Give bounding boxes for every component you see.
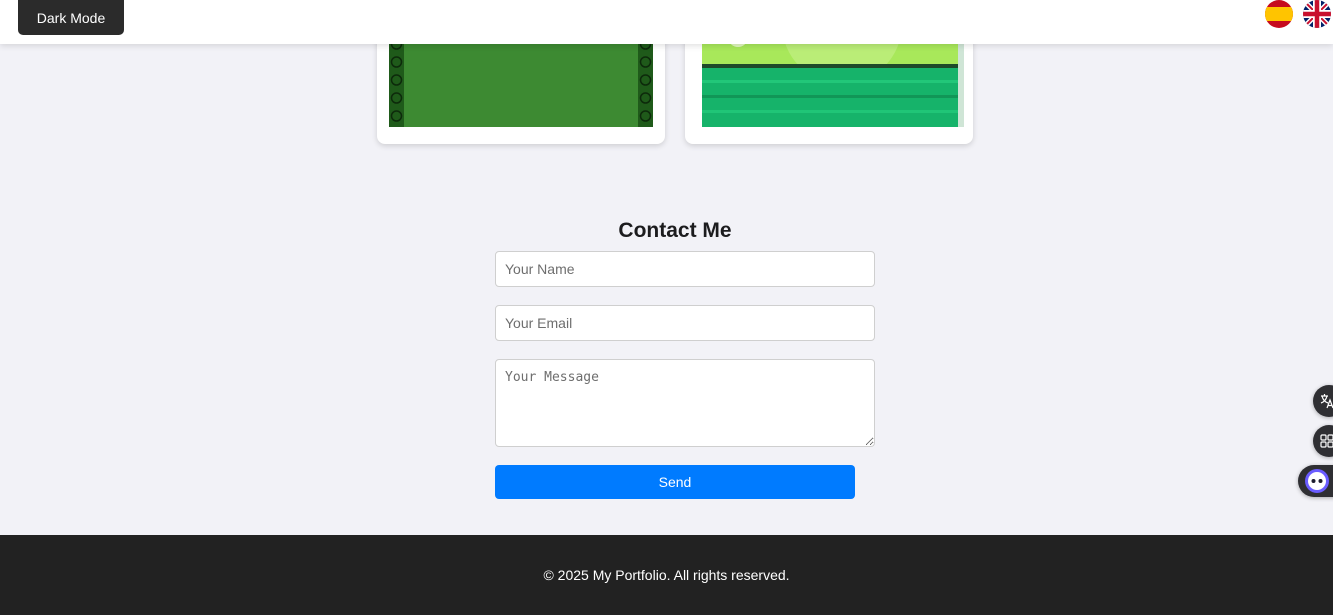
top-navbar: Dark Mode <box>0 0 1333 44</box>
email-input[interactable] <box>495 305 875 341</box>
send-button[interactable]: Send <box>495 465 855 499</box>
contact-title: Contact Me <box>618 219 732 242</box>
message-textarea[interactable] <box>495 359 875 447</box>
apps-grid-icon[interactable] <box>1313 425 1333 457</box>
uk-flag-icon[interactable] <box>1303 0 1331 28</box>
footer-copyright: © 2025 My Portfolio. All rights reserved… <box>543 567 790 583</box>
spain-flag-icon[interactable] <box>1265 0 1293 28</box>
translate-icon[interactable] <box>1313 385 1333 417</box>
footer: © 2025 My Portfolio. All rights reserved… <box>0 535 1333 615</box>
assistant-bot-icon[interactable] <box>1298 465 1333 497</box>
dark-mode-toggle-button[interactable]: Dark Mode <box>18 0 124 35</box>
name-input[interactable] <box>495 251 875 287</box>
